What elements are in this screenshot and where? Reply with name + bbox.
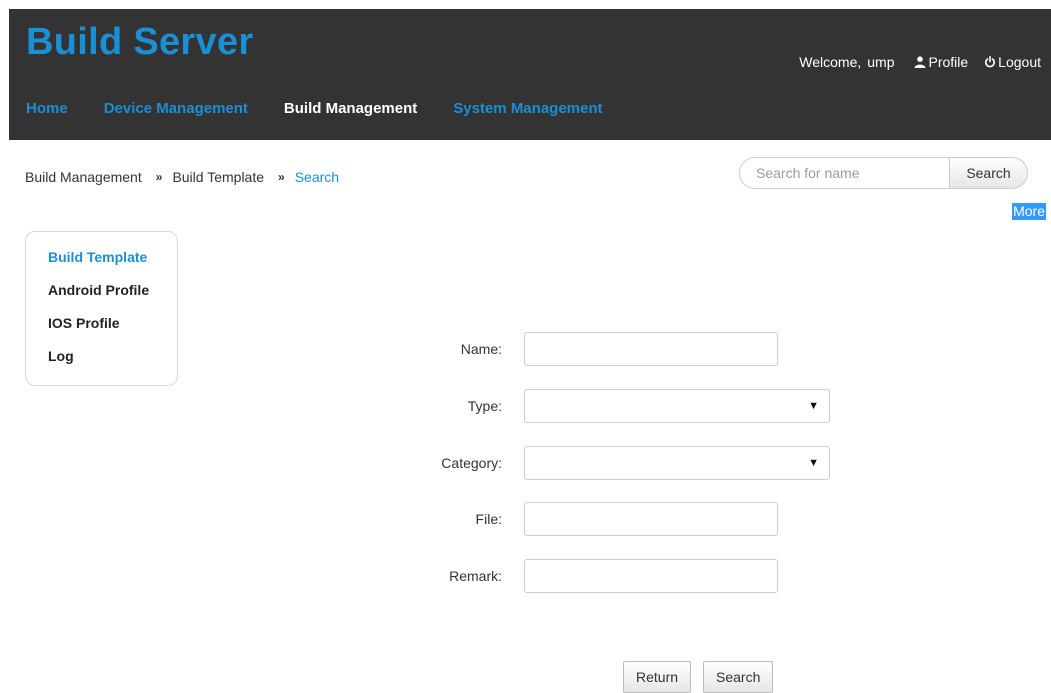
search-submit-button[interactable]: Search xyxy=(703,661,774,693)
remark-row: Remark: xyxy=(380,559,778,593)
type-label: Type: xyxy=(467,398,502,414)
nav-item-device-management[interactable]: Device Management xyxy=(104,99,248,119)
breadcrumb-item-search: Search xyxy=(294,169,340,185)
breadcrumb-item-build-management[interactable]: Build Management xyxy=(25,168,142,186)
category-label: Category: xyxy=(441,455,502,471)
category-select[interactable]: ▼ xyxy=(524,446,830,480)
sidebar-item-android-profile[interactable]: Android Profile xyxy=(48,274,177,307)
file-label: File: xyxy=(475,511,502,527)
welcome-text: Welcome, xyxy=(799,54,862,70)
search-input[interactable] xyxy=(739,157,949,189)
breadcrumb-separator: » xyxy=(278,170,285,184)
name-field[interactable] xyxy=(524,332,778,366)
breadcrumb-item-build-template[interactable]: Build Template xyxy=(172,168,264,186)
search-box: Search xyxy=(739,157,1028,189)
type-select[interactable]: ▼ xyxy=(524,389,830,423)
sidebar-item-build-template[interactable]: Build Template xyxy=(48,241,177,274)
category-row: Category: ▼ xyxy=(380,446,830,480)
sidebar-item-ios-profile[interactable]: IOS Profile xyxy=(48,307,177,340)
power-icon xyxy=(985,56,996,68)
breadcrumb-separator: » xyxy=(155,170,163,184)
logout-label: Logout xyxy=(998,54,1041,70)
return-button[interactable]: Return xyxy=(623,661,692,693)
sidebar-item-log[interactable]: Log xyxy=(48,340,177,373)
name-row: Name: xyxy=(380,332,778,366)
profile-label: Profile xyxy=(928,54,969,70)
main-nav: Home Device Management Build Management … xyxy=(26,99,639,119)
breadcrumb: Build Management » Build Template » Sear… xyxy=(25,168,339,186)
caret-down-icon: ▼ xyxy=(808,400,819,412)
sidebar: Build Template Android Profile IOS Profi… xyxy=(25,231,178,386)
file-row: File: xyxy=(380,502,778,536)
top-header: Build Server Welcome, ump Profile Logout… xyxy=(9,9,1051,140)
logout-link[interactable]: Logout xyxy=(984,53,1041,71)
profile-link[interactable]: Profile xyxy=(914,53,968,71)
name-label: Name: xyxy=(460,341,502,357)
caret-down-icon: ▼ xyxy=(808,457,819,469)
user-bar: Welcome, ump Profile Logout xyxy=(799,53,1041,71)
app-title: Build Server xyxy=(26,21,254,63)
search-button[interactable]: Search xyxy=(949,157,1028,189)
nav-item-build-management[interactable]: Build Management xyxy=(284,99,417,119)
remark-label: Remark: xyxy=(449,568,502,584)
nav-item-system-management[interactable]: System Management xyxy=(453,99,602,119)
type-row: Type: ▼ xyxy=(380,389,830,423)
more-link[interactable]: More xyxy=(1012,203,1046,220)
file-field[interactable] xyxy=(524,502,778,536)
user-icon xyxy=(914,56,926,68)
nav-item-home[interactable]: Home xyxy=(26,99,68,119)
username: ump xyxy=(867,54,895,70)
remark-field[interactable] xyxy=(524,559,778,593)
